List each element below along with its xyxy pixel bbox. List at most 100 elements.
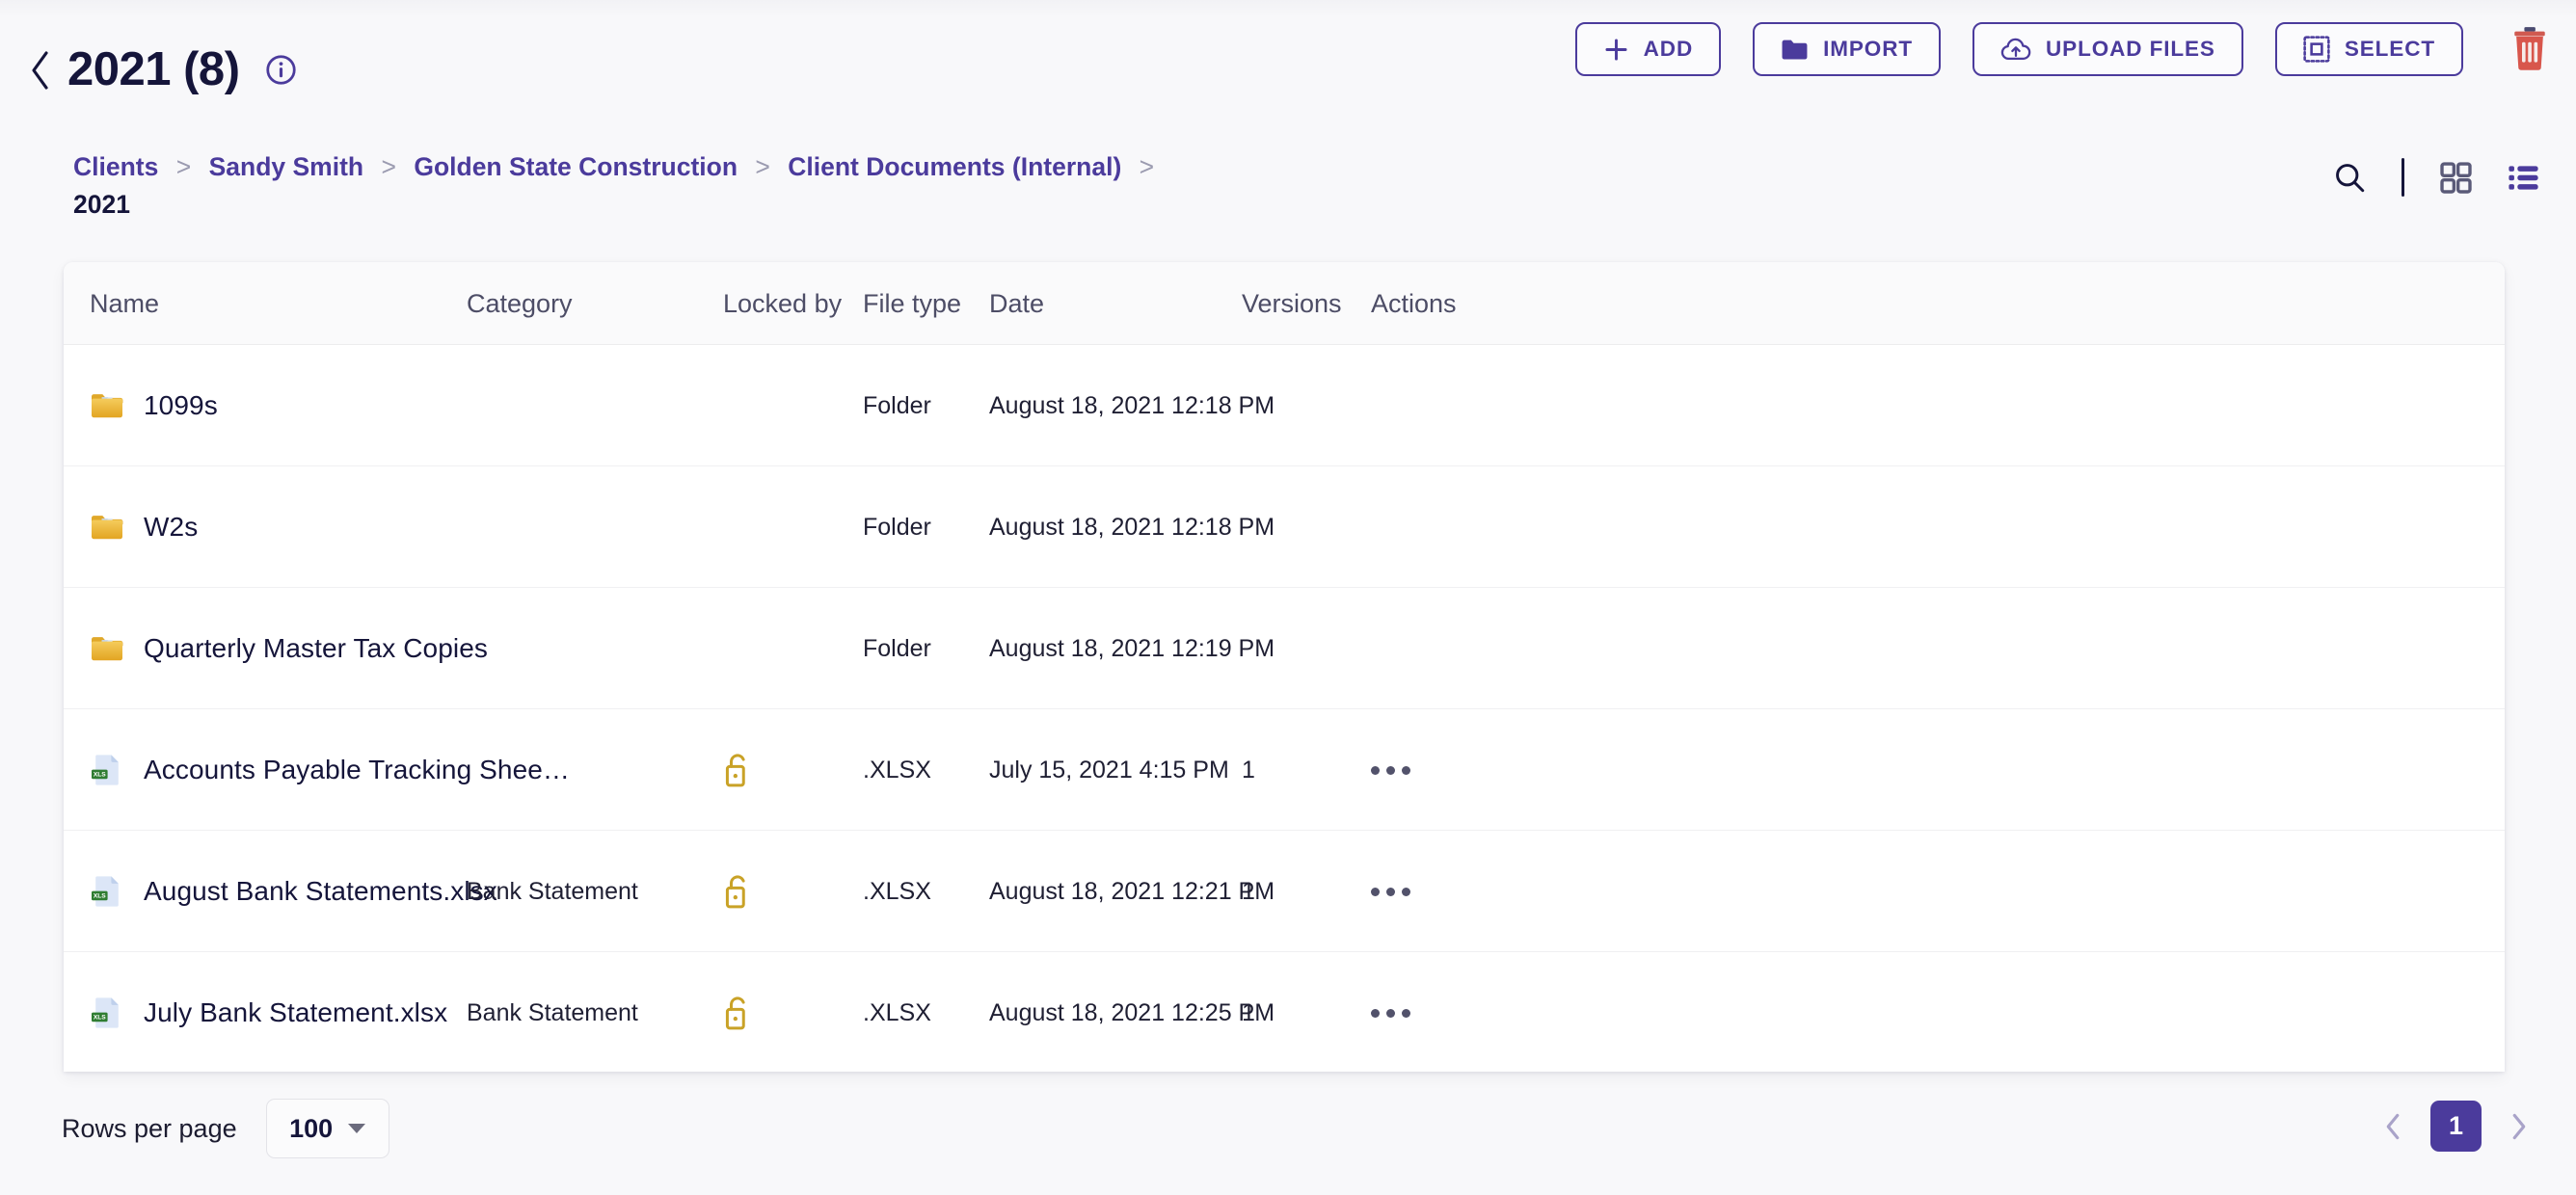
actions-cell [1371, 831, 1423, 952]
folder-icon [90, 388, 124, 423]
locked-by-cell [723, 831, 839, 952]
breadcrumb-separator: > [175, 152, 192, 181]
pagination: 1 [2373, 1101, 2539, 1152]
view-tools [2332, 158, 2541, 197]
back-button[interactable] [29, 50, 50, 91]
file-type-cell: .XLSX [863, 756, 931, 783]
delete-button[interactable] [2509, 24, 2551, 74]
date-cell: July 15, 2021 4:15 PM [989, 756, 1229, 783]
more-horizontal-icon[interactable] [1371, 751, 1423, 789]
table-row[interactable]: Quarterly Master Tax Copies Folder August … [64, 588, 2505, 709]
file-type-cell: Folder [863, 391, 931, 419]
versions-cell: 1 [1242, 998, 1255, 1026]
plus-icon [1603, 37, 1629, 63]
xls-file-icon: XLS [90, 874, 124, 909]
list-view-icon[interactable] [2506, 160, 2541, 196]
unlocked-padlock-icon[interactable] [723, 995, 752, 1031]
table-row[interactable]: 1099s Folder August 18, 2021 12:18 PM [64, 345, 2505, 466]
breadcrumb-separator: > [1139, 152, 1155, 181]
breadcrumb-item-clients[interactable]: Clients [73, 152, 158, 181]
breadcrumb-separator: > [755, 152, 770, 181]
category-cell: Bank Statement [467, 877, 638, 905]
column-header-locked-by[interactable]: Locked by [723, 262, 842, 345]
unlocked-padlock-icon[interactable] [723, 752, 752, 788]
breadcrumb: Clients > Sandy Smith > Golden State Con… [73, 148, 1500, 223]
date-cell: August 18, 2021 12:19 PM [989, 634, 1275, 662]
page-number-1[interactable]: 1 [2430, 1101, 2482, 1152]
grid-view-icon[interactable] [2438, 160, 2474, 196]
file-type-cell: Folder [863, 634, 931, 662]
column-header-name[interactable]: Name [90, 262, 159, 345]
file-name-cell[interactable]: Quarterly Master Tax Copies [90, 588, 488, 709]
breadcrumb-item-golden-state-construction[interactable]: Golden State Construction [414, 152, 738, 181]
add-button[interactable]: ADD [1574, 22, 1722, 76]
page-title-group: 2021 (8) [29, 46, 297, 93]
svg-text:XLS: XLS [94, 893, 106, 900]
import-button[interactable]: IMPORT [1753, 22, 1942, 76]
top-bar: 2021 (8) ADD IMPORT UPLOAD FILES SELECT [0, 0, 2576, 125]
add-button-label: ADD [1643, 37, 1694, 61]
locked-by-cell [723, 588, 839, 709]
file-name-cell[interactable]: XLS Accounts Payable Tracking Shee… [90, 709, 570, 831]
folder-icon [1781, 37, 1809, 63]
upload-files-button-label: UPLOAD FILES [2046, 37, 2215, 61]
file-type-cell: .XLSX [863, 998, 931, 1026]
file-name-cell[interactable]: XLS August Bank Statements.xlsx [90, 831, 497, 952]
page-title: 2021 (8) [67, 43, 240, 95]
date-cell: August 18, 2021 12:25 PM [989, 998, 1275, 1026]
breadcrumb-current: 2021 [73, 190, 130, 219]
xls-file-icon: XLS [90, 753, 124, 787]
action-buttons: ADD IMPORT UPLOAD FILES SELECT [1574, 22, 2551, 76]
next-page-button[interactable] [2499, 1106, 2539, 1147]
rows-per-page-select[interactable]: 100 [265, 1099, 389, 1158]
selection-box-icon [2303, 36, 2330, 63]
file-name-label: Quarterly Master Tax Copies [144, 633, 488, 663]
unlocked-padlock-icon[interactable] [723, 873, 752, 910]
breadcrumb-row: Clients > Sandy Smith > Golden State Con… [0, 137, 2576, 229]
table-footer: Rows per page 100 1 [0, 1089, 2576, 1195]
file-type-cell: Folder [863, 513, 931, 541]
column-header-file-type[interactable]: File type [863, 262, 961, 345]
file-name-label: W2s [144, 512, 199, 542]
column-header-date[interactable]: Date [989, 262, 1044, 345]
rows-per-page-value: 100 [289, 1113, 334, 1143]
file-name-cell[interactable]: XLS July Bank Statement.xlsx [90, 952, 447, 1072]
import-button-label: IMPORT [1823, 37, 1914, 61]
table-row[interactable]: W2s Folder August 18, 2021 12:18 PM [64, 466, 2505, 588]
xls-file-icon: XLS [90, 996, 124, 1030]
column-header-versions[interactable]: Versions [1242, 262, 1342, 345]
upload-files-button[interactable]: UPLOAD FILES [1972, 22, 2243, 76]
select-button-label: SELECT [2344, 37, 2435, 61]
actions-cell [1371, 952, 1423, 1072]
folder-icon [90, 631, 124, 666]
search-icon[interactable] [2332, 160, 2368, 196]
versions-cell: 1 [1242, 756, 1255, 783]
rows-per-page-control: Rows per page 100 [62, 1099, 389, 1158]
breadcrumb-separator: > [381, 152, 396, 181]
more-horizontal-icon[interactable] [1371, 872, 1423, 911]
breadcrumb-item-sandy-smith[interactable]: Sandy Smith [209, 152, 364, 181]
file-type-cell: .XLSX [863, 877, 931, 905]
breadcrumb-item-client-documents[interactable]: Client Documents (Internal) [788, 152, 1121, 181]
locked-by-cell [723, 952, 839, 1072]
file-table: Name Category Locked by File type Date V… [64, 262, 2505, 1072]
table-row[interactable]: XLS July Bank Statement.xlsx Bank Statemen… [64, 952, 2505, 1072]
svg-text:XLS: XLS [94, 772, 106, 779]
file-name-label: August Bank Statements.xlsx [144, 876, 497, 906]
table-row[interactable]: XLS Accounts Payable Tracking Shee… .XLSX J… [64, 709, 2505, 831]
more-horizontal-icon[interactable] [1371, 994, 1423, 1032]
previous-page-button[interactable] [2373, 1106, 2413, 1147]
table-row[interactable]: XLS August Bank Statements.xlsx Bank State… [64, 831, 2505, 952]
select-button[interactable]: SELECT [2274, 22, 2463, 76]
file-manager-page: 2021 (8) ADD IMPORT UPLOAD FILES SELECT … [0, 0, 2576, 1195]
versions-cell: 1 [1242, 877, 1255, 905]
file-name-label: July Bank Statement.xlsx [144, 997, 448, 1027]
table-header-row: Name Category Locked by File type Date V… [64, 262, 2505, 345]
locked-by-cell [723, 345, 839, 466]
info-circle-icon[interactable] [265, 54, 297, 86]
column-header-category[interactable]: Category [467, 262, 573, 345]
file-name-cell[interactable]: W2s [90, 466, 198, 588]
svg-text:XLS: XLS [94, 1015, 106, 1022]
file-name-cell[interactable]: 1099s [90, 345, 218, 466]
file-name-label: 1099s [144, 390, 218, 420]
